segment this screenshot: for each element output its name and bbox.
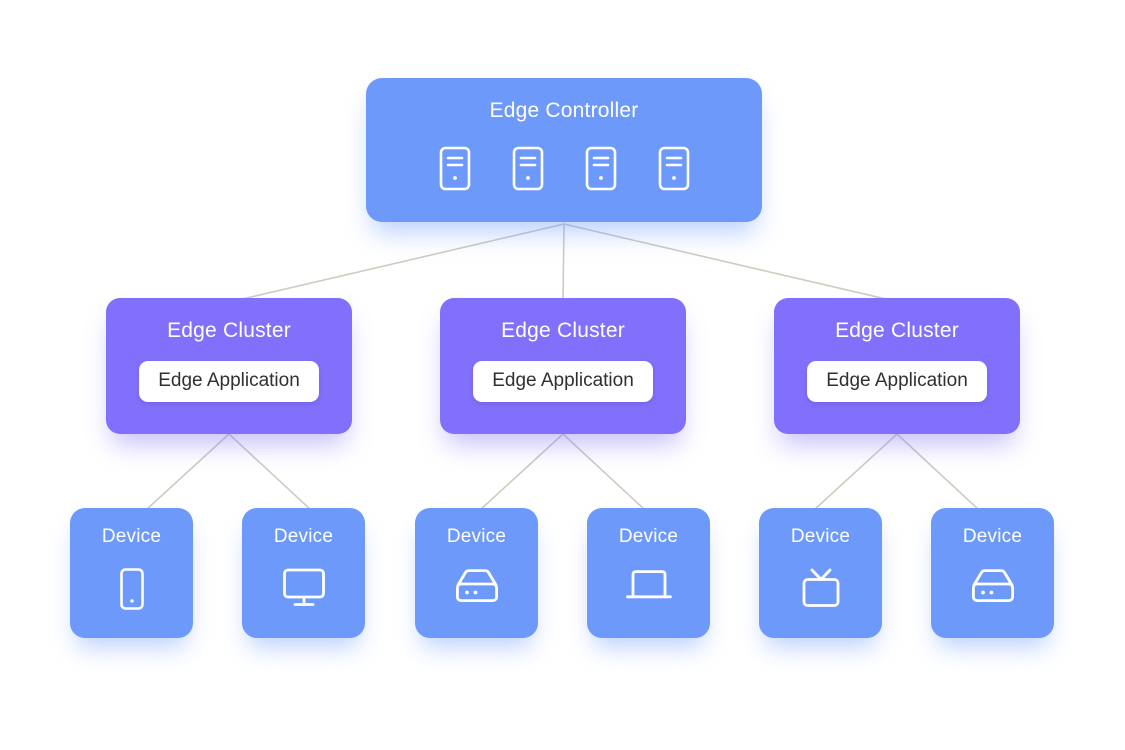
device-node-1[interactable]: Device <box>242 508 365 638</box>
edge-cluster-label: Edge Cluster <box>501 319 625 342</box>
device-label: Device <box>962 526 1023 547</box>
diagram-canvas: Edge Controller Edge Cluster Edge Applic… <box>0 0 1125 750</box>
edge-application-pill[interactable]: Edge Application <box>807 361 987 402</box>
server-icon <box>511 145 545 192</box>
connector-controller-cluster-2 <box>563 223 891 301</box>
device-label: Device <box>790 526 851 547</box>
edge-controller-label: Edge Controller <box>489 99 639 122</box>
connector-cluster-2-device-4 <box>813 433 898 511</box>
device-node-0[interactable]: Device <box>70 508 193 638</box>
edge-controller-icon-row <box>438 145 691 192</box>
device-label: Device <box>446 526 507 547</box>
edge-controller-node[interactable]: Edge Controller <box>366 78 762 222</box>
device-node-2[interactable]: Device <box>415 508 538 638</box>
edge-cluster-node-1[interactable]: Edge Cluster Edge Application <box>440 298 686 434</box>
device-node-5[interactable]: Device <box>931 508 1054 638</box>
edge-cluster-label: Edge Cluster <box>167 319 291 342</box>
device-node-4[interactable]: Device <box>759 508 882 638</box>
laptop-icon <box>625 567 673 604</box>
storage-drive-icon <box>970 567 1016 605</box>
edge-application-pill[interactable]: Edge Application <box>139 361 319 402</box>
mobile-phone-icon <box>117 567 147 611</box>
device-label: Device <box>101 526 162 547</box>
television-icon <box>800 567 842 610</box>
connector-cluster-1-device-2 <box>479 433 564 511</box>
connector-controller-cluster-0 <box>237 223 565 301</box>
server-icon <box>438 145 472 192</box>
device-node-3[interactable]: Device <box>587 508 710 638</box>
desktop-monitor-icon <box>282 567 326 608</box>
connector-cluster-1-device-3 <box>562 433 646 511</box>
edge-application-pill[interactable]: Edge Application <box>473 361 653 402</box>
connector-cluster-2-device-5 <box>896 433 980 511</box>
edge-cluster-label: Edge Cluster <box>835 319 959 342</box>
connector-cluster-0-device-0 <box>145 433 230 511</box>
connector-cluster-0-device-1 <box>228 433 312 511</box>
edge-cluster-node-2[interactable]: Edge Cluster Edge Application <box>774 298 1020 434</box>
edge-cluster-node-0[interactable]: Edge Cluster Edge Application <box>106 298 352 434</box>
server-icon <box>584 145 618 192</box>
device-label: Device <box>618 526 679 547</box>
connector-controller-cluster-1 <box>562 223 565 301</box>
server-icon <box>657 145 691 192</box>
device-label: Device <box>273 526 334 547</box>
storage-drive-icon <box>454 567 500 605</box>
